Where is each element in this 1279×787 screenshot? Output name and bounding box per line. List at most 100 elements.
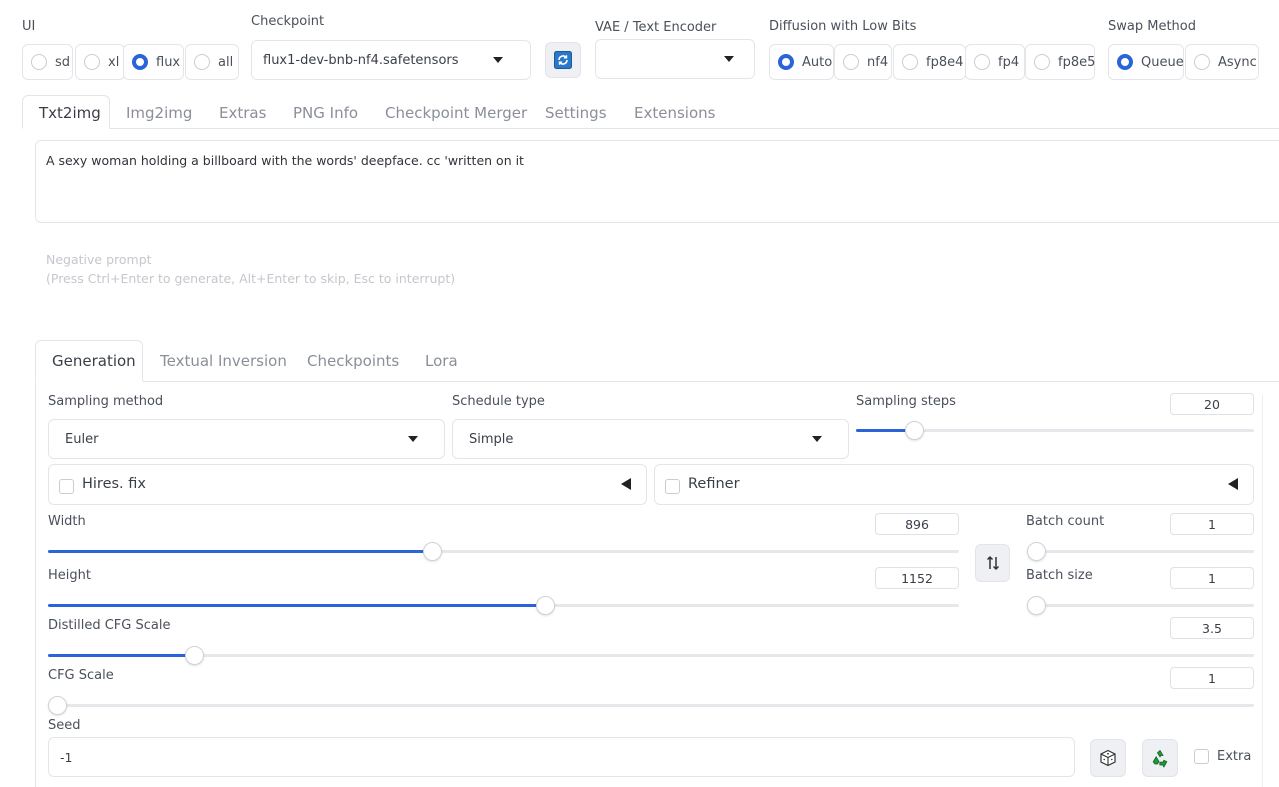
height-label: Height (48, 568, 91, 583)
radio-icon (974, 54, 990, 70)
cfg-scale-slider[interactable] (48, 696, 1254, 715)
tab-img2img[interactable]: Img2img (126, 104, 192, 122)
slider-handle[interactable] (905, 421, 925, 440)
vae-select[interactable] (595, 39, 755, 79)
diffusion-option-fp8e4[interactable]: fp8e4 (893, 44, 966, 80)
tab-generation[interactable]: Generation (52, 352, 136, 370)
tab-checkpoints[interactable]: Checkpoints (307, 352, 399, 370)
collapse-triangle-icon[interactable] (1228, 478, 1238, 490)
cfg-scale-label: CFG Scale (48, 668, 114, 683)
chevron-down-icon (812, 436, 822, 442)
negative-prompt-hint: (Press Ctrl+Enter to generate, Alt+Enter… (46, 271, 456, 286)
slider-fill (48, 604, 546, 607)
refiner-checkbox[interactable] (665, 479, 680, 494)
width-slider[interactable] (48, 542, 959, 561)
tab-checkpoint-merger[interactable]: Checkpoint Merger (385, 104, 527, 122)
sampling-steps-input[interactable]: 20 (1170, 393, 1254, 415)
refresh-icon (554, 51, 572, 69)
checkpoint-label: Checkpoint (251, 14, 325, 29)
width-label: Width (48, 514, 86, 529)
diffusion-option-auto[interactable]: Auto (769, 44, 834, 80)
sampling-method-value: Euler (65, 431, 99, 447)
recycle-icon (1152, 749, 1168, 768)
refiner-label: Refiner (688, 476, 740, 492)
random-seed-button[interactable] (1090, 739, 1126, 777)
diffusion-option-nf4[interactable]: nf4 (834, 44, 892, 80)
ui-option-sd[interactable]: sd (22, 44, 73, 80)
tab-png-info[interactable]: PNG Info (293, 104, 358, 122)
sub-tabs-divider (35, 381, 1279, 382)
distilled-cfg-slider[interactable] (48, 646, 1254, 665)
slider-handle[interactable] (536, 596, 556, 615)
radio-icon (1034, 54, 1050, 70)
diffusion-option-label: nf4 (867, 54, 889, 70)
seed-label: Seed (48, 718, 81, 733)
radio-selected-icon (1117, 54, 1133, 70)
diffusion-option-label: fp4 (998, 54, 1020, 70)
tab-textual-inversion[interactable]: Textual Inversion (160, 352, 287, 370)
ui-option-label: all (218, 54, 234, 70)
reuse-seed-button[interactable] (1142, 739, 1178, 777)
prompt-textarea[interactable]: A sexy woman holding a billboard with th… (35, 140, 1279, 223)
ui-option-xl[interactable]: xl (75, 44, 125, 80)
refresh-checkpoint-button[interactable] (545, 42, 581, 78)
collapse-triangle-icon[interactable] (621, 478, 631, 490)
width-input[interactable]: 896 (875, 513, 959, 535)
refiner-accordion[interactable]: Refiner (654, 464, 1254, 505)
vae-label: VAE / Text Encoder (595, 20, 717, 35)
tab-lora[interactable]: Lora (425, 352, 458, 370)
ui-option-label: sd (55, 54, 71, 70)
seed-input[interactable]: -1 (48, 737, 1075, 777)
scroll-divider (1262, 395, 1263, 787)
ui-option-label: xl (108, 54, 120, 70)
extra-seed-toggle[interactable]: Extra (1194, 749, 1251, 764)
dice-icon (1100, 749, 1116, 767)
slider-fill (48, 550, 432, 553)
checkpoint-select[interactable]: flux1-dev-bnb-nf4.safetensors (251, 40, 531, 80)
height-slider[interactable] (48, 596, 959, 615)
radio-icon (194, 54, 210, 70)
radio-icon (84, 54, 100, 70)
slider-handle[interactable] (1027, 596, 1046, 615)
swap-option-label: Queue (1141, 54, 1184, 70)
tab-extensions[interactable]: Extensions (634, 104, 715, 122)
sampling-steps-label: Sampling steps (856, 394, 956, 409)
slider-handle[interactable] (184, 646, 204, 665)
swap-dimensions-button[interactable] (975, 544, 1010, 582)
swap-option-async[interactable]: Async (1185, 44, 1259, 80)
sampling-method-label: Sampling method (48, 394, 164, 409)
schedule-type-label: Schedule type (452, 394, 545, 409)
diffusion-label: Diffusion with Low Bits (769, 19, 917, 34)
batch-count-slider[interactable] (1027, 542, 1254, 561)
schedule-type-value: Simple (469, 431, 514, 447)
sampling-method-select[interactable]: Euler (48, 419, 445, 459)
swap-option-queue[interactable]: Queue (1108, 44, 1184, 80)
tab-txt2img[interactable]: Txt2img (39, 104, 101, 122)
negative-prompt-textarea[interactable]: Negative prompt (Press Ctrl+Enter to gen… (35, 244, 1279, 314)
batch-size-slider[interactable] (1027, 596, 1254, 615)
cfg-scale-input[interactable]: 1 (1170, 667, 1254, 689)
radio-icon (1194, 54, 1210, 70)
diffusion-option-fp8e5[interactable]: fp8e5 (1025, 44, 1095, 80)
slider-handle[interactable] (422, 542, 442, 561)
hires-fix-accordion[interactable]: Hires. fix (48, 464, 647, 505)
sampling-steps-slider[interactable] (856, 421, 1254, 440)
batch-size-input[interactable]: 1 (1170, 567, 1254, 589)
ui-option-all[interactable]: all (185, 44, 239, 80)
batch-count-input[interactable]: 1 (1170, 513, 1254, 535)
diffusion-option-fp4[interactable]: fp4 (965, 44, 1025, 80)
radio-icon (31, 54, 47, 70)
distilled-cfg-input[interactable]: 3.5 (1170, 617, 1254, 639)
hires-fix-label: Hires. fix (82, 476, 146, 492)
extra-checkbox[interactable] (1194, 749, 1209, 764)
ui-option-flux[interactable]: flux (123, 44, 184, 80)
hires-fix-checkbox[interactable] (59, 479, 74, 494)
slider-handle[interactable] (48, 696, 67, 715)
chevron-down-icon (493, 57, 503, 63)
height-input[interactable]: 1152 (875, 567, 959, 589)
slider-handle[interactable] (1027, 542, 1046, 561)
tab-settings[interactable]: Settings (545, 104, 607, 122)
diffusion-option-label: fp8e4 (926, 54, 964, 70)
tab-extras[interactable]: Extras (219, 104, 266, 122)
schedule-type-select[interactable]: Simple (452, 419, 849, 459)
